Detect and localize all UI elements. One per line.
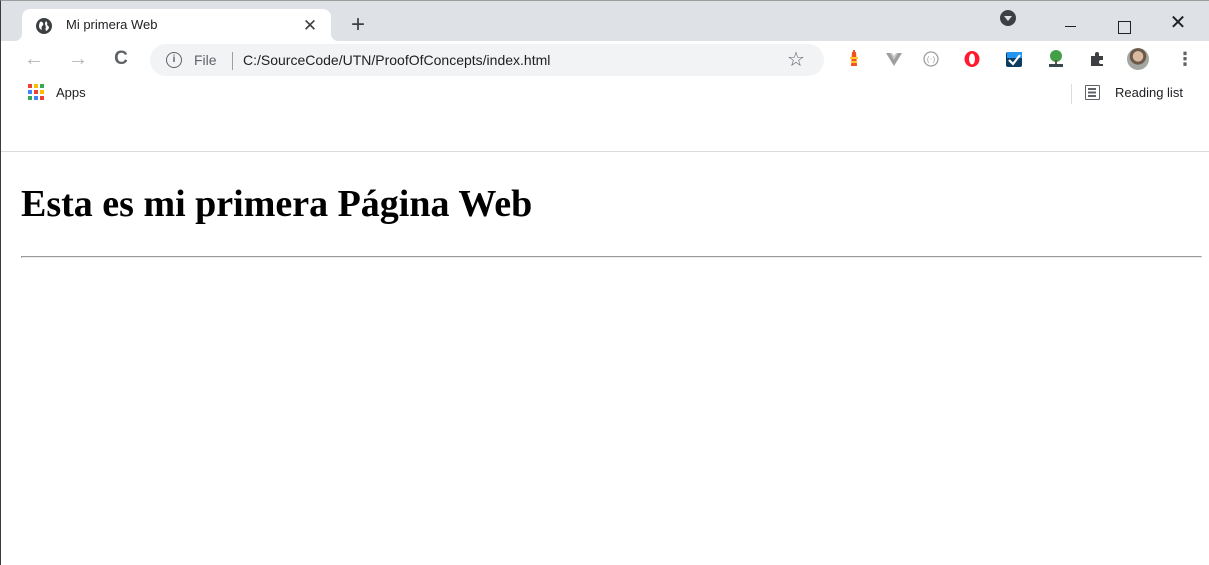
globe-icon	[36, 18, 52, 34]
active-tab[interactable]: Mi primera Web ✕	[14, 9, 339, 41]
forward-button[interactable]: →	[65, 45, 91, 73]
site-info-icon[interactable]: i	[166, 52, 182, 68]
bookmark-star-icon[interactable]: ☆	[787, 47, 805, 72]
puzzle-extensions-icon[interactable]	[1087, 49, 1107, 69]
tab-title: Mi primera Web	[66, 17, 158, 32]
json-formatter-icon[interactable]: (·)	[921, 49, 941, 69]
tab-strip: Mi primera Web ✕ + ✕	[1, 1, 1209, 41]
new-tab-button[interactable]: +	[345, 13, 371, 39]
vue-devtools-icon[interactable]	[884, 49, 904, 69]
address-bar[interactable]: i File C:/SourceCode/UTN/ProofOfConcepts…	[150, 44, 824, 76]
profile-avatar[interactable]	[1127, 48, 1149, 70]
horizontal-rule	[21, 256, 1202, 258]
kebab-menu-icon[interactable]: ⋮	[1175, 47, 1195, 71]
window-close-button[interactable]: ✕	[1155, 1, 1201, 41]
bookmarks-bar: Apps Reading list	[1, 78, 1209, 152]
minimize-button[interactable]	[1047, 1, 1093, 41]
page-heading: Esta es mi primera Página Web	[21, 183, 533, 225]
bookmarks-divider	[1071, 84, 1072, 104]
browser-toolbar: ← → C i File C:/SourceCode/UTN/ProofOfCo…	[1, 41, 1209, 78]
tab-search-button[interactable]	[1000, 10, 1016, 26]
url-text[interactable]: C:/SourceCode/UTN/ProofOfConcepts/index.…	[243, 52, 550, 68]
back-button[interactable]: ←	[21, 45, 47, 73]
scheme-label: File	[194, 52, 217, 68]
page-viewport: Esta es mi primera Página Web	[1, 152, 1209, 565]
lighthouse-icon[interactable]	[844, 49, 864, 69]
html-tree-icon[interactable]	[1046, 49, 1066, 69]
todo-check-icon[interactable]	[1004, 49, 1024, 69]
omnibox-divider	[232, 52, 233, 70]
browser-window: Mi primera Web ✕ + ✕ ← → C i File C:/Sou…	[0, 0, 1209, 565]
svg-text:(·): (·)	[927, 55, 936, 64]
opera-icon[interactable]	[962, 49, 982, 69]
tab-close-button[interactable]: ✕	[299, 15, 321, 37]
apps-grid-icon[interactable]	[28, 84, 44, 100]
apps-bookmark[interactable]: Apps	[56, 85, 86, 100]
maximize-button[interactable]	[1101, 1, 1147, 41]
reading-list-icon[interactable]	[1085, 85, 1100, 100]
reload-button[interactable]: C	[108, 45, 134, 73]
reading-list-button[interactable]: Reading list	[1115, 85, 1183, 100]
